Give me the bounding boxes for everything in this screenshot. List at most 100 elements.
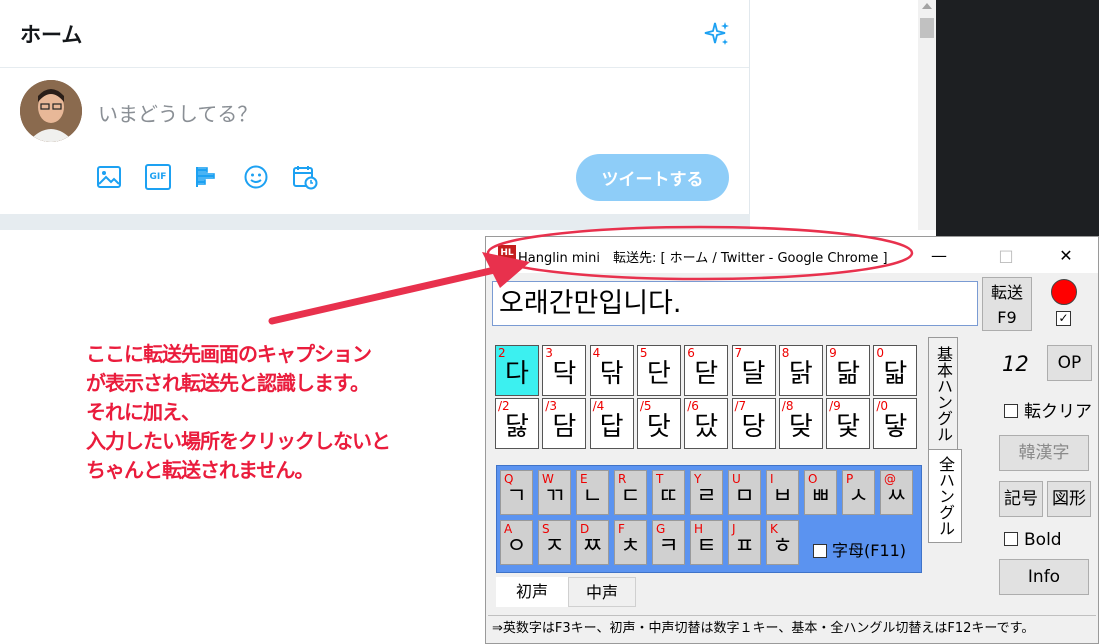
syllable-cell[interactable]: 0닯 <box>873 345 918 396</box>
syllable-cell[interactable]: /6 닸 <box>684 398 729 449</box>
scroll-up-icon[interactable] <box>922 3 932 9</box>
tab-medial[interactable]: 中声 <box>568 577 636 607</box>
key-letter: G <box>656 522 666 536</box>
clear-box[interactable] <box>1004 404 1018 418</box>
gif-icon[interactable]: GIF <box>145 164 171 190</box>
syllable-cell[interactable]: /3 담 <box>542 398 587 449</box>
annotation-text: ここに転送先画面のキャプション が表示され転送先と認識します。 それに加え、 入力した… <box>86 340 391 485</box>
jamo-toggle[interactable]: 字母(F11) <box>813 537 906 561</box>
poll-icon[interactable] <box>194 164 220 190</box>
cell-char: 당 <box>741 412 766 442</box>
bold-box[interactable] <box>1004 532 1018 546</box>
schedule-icon[interactable] <box>292 164 318 190</box>
window-titlebar[interactable]: HL Hanglin mini 転送先: [ ホーム / Twitter - G… <box>486 237 1098 273</box>
minimize-button[interactable]: — <box>916 237 962 273</box>
jamo-key[interactable]: Iㅂ <box>766 470 799 515</box>
key-jamo: ㅌ <box>696 534 717 559</box>
browser-scrollbar[interactable] <box>918 0 936 230</box>
sparkle-icon[interactable] <box>703 20 731 48</box>
jamo-key[interactable]: Rㄷ <box>614 470 647 515</box>
syllable-cell[interactable]: 2다 <box>495 345 539 396</box>
jamo-key[interactable]: Hㅌ <box>690 520 723 565</box>
topmost-checkbox[interactable]: ✓ <box>1056 311 1071 326</box>
twitter-header: ホーム <box>0 0 749 68</box>
close-button[interactable]: ✕ <box>1043 237 1089 273</box>
syllable-cell[interactable]: /8 닺 <box>778 398 823 449</box>
image-icon[interactable] <box>96 164 122 190</box>
syllable-cell[interactable]: /9 닻 <box>826 398 871 449</box>
jamo-key[interactable]: Kㅎ <box>766 520 799 565</box>
syllable-cell[interactable]: /0 닿 <box>873 398 918 449</box>
syllable-cell[interactable]: 4닦 <box>589 345 634 396</box>
key-letter: P <box>846 472 854 486</box>
jamo-key[interactable]: Uㅁ <box>728 470 761 515</box>
emoji-icon[interactable] <box>243 164 269 190</box>
syllable-cell[interactable]: /5 닷 <box>636 398 681 449</box>
syllable-cell[interactable]: 6닫 <box>684 345 729 396</box>
font-size-value: 12 <box>1002 352 1029 376</box>
send-button[interactable]: 転送 F9 <box>982 277 1032 331</box>
syllable-cell[interactable]: /7 당 <box>731 398 776 449</box>
cell-char: 닷 <box>646 412 671 442</box>
key-letter: K <box>770 522 778 536</box>
tab-basic-hangul[interactable]: 基本ハングル <box>928 337 958 451</box>
jamo-key[interactable]: Eㄴ <box>576 470 609 515</box>
jamo-key[interactable]: Yㄹ <box>690 470 723 515</box>
key-letter: U <box>732 472 741 486</box>
jamo-key[interactable]: Tㄸ <box>652 470 685 515</box>
jamo-key[interactable]: Wㄲ <box>538 470 571 515</box>
cell-key: /9 <box>829 399 841 413</box>
key-jamo: ㅁ <box>734 484 755 509</box>
cell-key: 7 <box>734 346 743 360</box>
send-key: F9 <box>997 308 1017 327</box>
kanji-button[interactable]: 韓漢字 <box>999 435 1089 471</box>
jamo-checkbox[interactable] <box>813 544 827 558</box>
key-letter: Q <box>504 472 514 486</box>
jamo-key[interactable]: Dㅉ <box>576 520 609 565</box>
jamo-key[interactable]: Gㅋ <box>652 520 685 565</box>
syllable-cell[interactable]: 5단 <box>636 345 681 396</box>
key-letter: O <box>808 472 818 486</box>
annotation-line: 入力したい場所をクリックしないと <box>86 429 391 453</box>
jamo-key[interactable]: Fㅊ <box>614 520 647 565</box>
clear-checkbox[interactable]: 転クリア <box>1004 397 1092 422</box>
window-title: Hanglin mini 転送先: [ ホーム / Twitter - Goog… <box>518 251 888 266</box>
key-letter: E <box>580 472 588 486</box>
key-jamo: ㄴ <box>582 484 603 509</box>
jamo-key[interactable]: Oㅃ <box>804 470 837 515</box>
key-letter: W <box>542 472 554 486</box>
tweet-button[interactable]: ツイートする <box>576 154 729 201</box>
tab-initial[interactable]: 初声 <box>496 577 568 607</box>
jamo-key[interactable]: Pㅅ <box>842 470 875 515</box>
jamo-key[interactable]: Aㅇ <box>500 520 533 565</box>
cell-key: 8 <box>781 346 790 360</box>
jamo-key[interactable]: Qㄱ <box>500 470 533 515</box>
bold-checkbox[interactable]: Bold <box>1004 530 1062 550</box>
syllable-cell[interactable]: 8닭 <box>778 345 823 396</box>
op-button[interactable]: OP <box>1047 345 1092 381</box>
syllable-cell[interactable]: 9닮 <box>826 345 871 396</box>
jamo-key[interactable]: Jㅍ <box>728 520 761 565</box>
cell-char: 닿 <box>883 412 908 442</box>
syllable-grid: 2 다 3 닥 4 닦 5 단 6 닫 7 달 8 닭 9 닮 0 닯/2 닳/3 담/4 답/5 닷/6 닸/7 당/8 닺 /… <box>495 345 923 455</box>
key-jamo: ㄲ <box>544 484 565 509</box>
hangul-input[interactable]: 오래간만입니다. <box>492 281 978 326</box>
jamo-key[interactable]: @ ㅆ <box>880 470 913 515</box>
tab-all-hangul[interactable]: 全ハングル <box>928 449 962 543</box>
key-letter: D <box>580 522 590 536</box>
syllable-cell[interactable]: /4 답 <box>589 398 634 449</box>
jamo-key[interactable]: Sㅈ <box>538 520 571 565</box>
syllable-cell[interactable]: 7달 <box>731 345 776 396</box>
annotation-arrow-shaft <box>268 262 516 325</box>
shape-button[interactable]: 図形 <box>1047 481 1091 517</box>
scroll-thumb[interactable] <box>920 18 934 38</box>
tweet-input[interactable]: いまどうしてる？ <box>98 98 257 127</box>
info-button[interactable]: Info <box>999 559 1089 595</box>
cell-char: 닥 <box>552 359 577 389</box>
syllable-cell[interactable]: 3닥 <box>542 345 587 396</box>
maximize-button[interactable]: □ <box>983 237 1029 273</box>
record-indicator[interactable] <box>1051 279 1077 305</box>
symbol-button[interactable]: 記号 <box>999 481 1043 517</box>
avatar[interactable] <box>20 80 82 142</box>
syllable-cell[interactable]: /2 닳 <box>495 398 539 449</box>
